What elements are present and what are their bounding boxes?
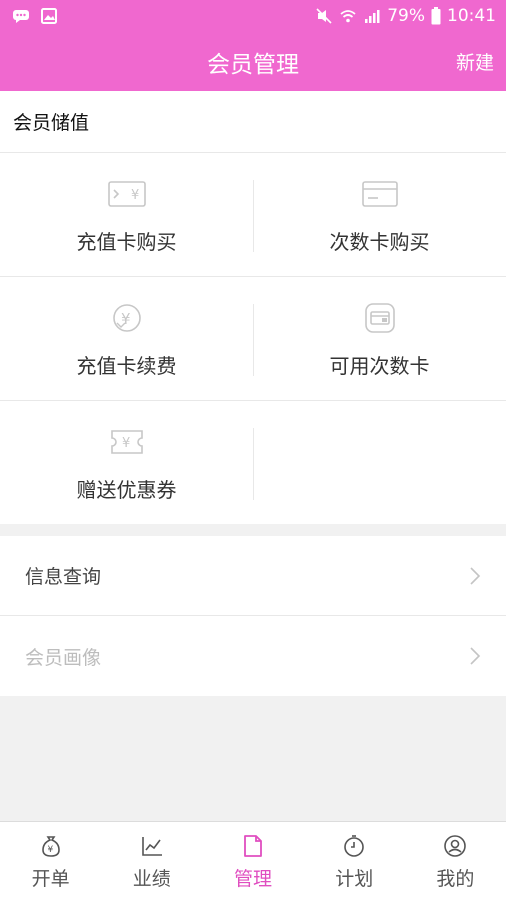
section-title: 会员储值 [0, 91, 506, 153]
tab-order[interactable]: ¥ 开单 [0, 822, 101, 900]
card-icon [361, 181, 398, 207]
tab-label: 业绩 [132, 868, 171, 890]
svg-text:¥: ¥ [122, 436, 130, 451]
tab-plan[interactable]: 计划 [304, 822, 405, 900]
grid-item-count-card-purchase[interactable]: 次数卡购买 [253, 153, 506, 276]
grid-item-label: 可用次数卡 [329, 354, 430, 378]
grid-row: ¥ 赠送优惠券 [0, 401, 506, 524]
clock-icon [344, 835, 365, 857]
svg-text:¥: ¥ [47, 845, 53, 855]
document-icon [244, 835, 262, 857]
tab-label: 计划 [335, 868, 374, 890]
grid-row: ¥ 充值卡续费 可用次数卡 [0, 277, 506, 401]
grid-item-gift-coupon[interactable]: ¥ 赠送优惠券 [0, 401, 253, 524]
chevron-right-icon [470, 566, 481, 585]
grid-item-recharge-card-purchase[interactable]: ¥ 充值卡购买 [0, 153, 253, 276]
clock-time: 10:41 [447, 6, 496, 26]
recharge-card-icon: ¥ [107, 181, 146, 207]
bottom-tab-bar: ¥ 开单 业绩 管理 计划 我的 [0, 821, 506, 900]
chat-icon [13, 10, 29, 23]
status-right: 79% 10:41 [315, 6, 496, 26]
page-title: 会员管理 [207, 51, 299, 78]
renew-icon: ¥ [112, 304, 141, 332]
grid-item-label: 充值卡购买 [76, 230, 177, 254]
grid-item-available-count-cards[interactable]: 可用次数卡 [253, 277, 506, 400]
chart-line-icon [141, 837, 162, 856]
tab-label: 开单 [31, 868, 70, 890]
create-button[interactable]: 新建 [456, 32, 494, 91]
stored-value-grid: ¥ 充值卡购买 次数卡购买 ¥ 充值卡续费 可用次数卡 ¥ 赠送优惠券 [0, 153, 506, 524]
tab-label: 管理 [234, 868, 273, 890]
info-list: 信息查询 会员画像 [0, 536, 506, 696]
list-item-label: 信息查询 [25, 566, 102, 588]
signal-icon [365, 10, 380, 23]
status-left [12, 8, 58, 24]
list-item-member-profile[interactable]: 会员画像 [0, 616, 506, 696]
list-item-info-query[interactable]: 信息查询 [0, 536, 506, 616]
grid-row: ¥ 充值卡购买 次数卡购买 [0, 153, 506, 277]
status-bar: 79% 10:41 [0, 0, 506, 32]
user-icon [444, 835, 467, 857]
list-item-label: 会员画像 [25, 646, 102, 669]
tab-label: 我的 [436, 868, 475, 890]
battery-icon [431, 7, 441, 25]
tab-mine[interactable]: 我的 [405, 822, 506, 900]
navigation-bar: 会员管理 新建 [0, 32, 506, 91]
coupon-icon: ¥ [110, 430, 143, 454]
money-bag-icon: ¥ [41, 836, 60, 857]
tab-performance[interactable]: 业绩 [101, 822, 202, 900]
mute-icon [316, 8, 332, 24]
grid-item-label: 次数卡购买 [329, 230, 430, 254]
svg-text:¥: ¥ [131, 188, 139, 203]
grid-item-label: 充值卡续费 [76, 354, 177, 378]
grid-item-label: 赠送优惠券 [76, 478, 177, 502]
image-icon [41, 8, 57, 24]
app-screen: 79% 10:41 会员管理 新建 会员储值 ¥ 充值卡购买 次数卡购买 ¥ 充… [0, 0, 506, 900]
grid-item-empty [253, 401, 506, 524]
wifi-icon [340, 10, 356, 23]
battery-percent: 79% [387, 6, 425, 26]
wallet-card-icon [364, 303, 395, 333]
tab-management[interactable]: 管理 [202, 822, 303, 900]
chevron-right-icon [470, 647, 481, 665]
grid-item-recharge-card-renewal[interactable]: ¥ 充值卡续费 [0, 277, 253, 400]
